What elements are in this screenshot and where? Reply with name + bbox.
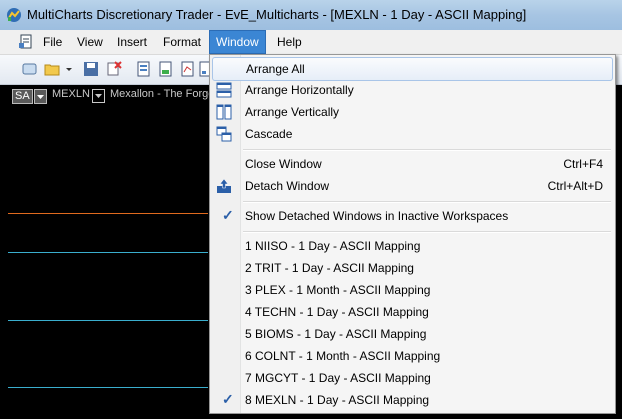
price-line-cyan-2 — [8, 320, 208, 321]
symbol-description: Mexallon - The Forge — [110, 88, 215, 100]
price-line-orange — [8, 213, 208, 214]
arrange-horizontal-icon — [216, 82, 232, 98]
menu-arrange-horizontally[interactable]: Arrange Horizontally — [212, 79, 611, 101]
checkmark-icon: ✓ — [222, 391, 234, 407]
new-chat-icon[interactable] — [22, 61, 38, 77]
menu-window[interactable]: Window — [209, 30, 266, 54]
window-list-label: 3 PLEX - 1 Month - ASCII Mapping — [245, 283, 431, 297]
menu-window-5[interactable]: 5 BIOMS - 1 Day - ASCII Mapping — [212, 323, 611, 345]
save-icon[interactable] — [83, 61, 99, 77]
menu-format[interactable]: Format — [157, 30, 207, 54]
menu-arrange-all[interactable]: Arrange All — [212, 57, 613, 81]
arrange-vertically-label: Arrange Vertically — [245, 105, 340, 119]
properties-icon[interactable] — [136, 61, 152, 77]
window-list-label: 4 TECHN - 1 Day - ASCII Mapping — [245, 305, 429, 319]
mode-badge[interactable]: SA — [12, 89, 33, 104]
open-folder-icon[interactable] — [44, 61, 60, 77]
mode-dropdown-icon[interactable] — [34, 89, 47, 104]
window-list-label: 7 MGCYT - 1 Day - ASCII Mapping — [245, 371, 431, 385]
menu-window-6[interactable]: 6 COLNT - 1 Month - ASCII Mapping — [212, 345, 611, 367]
close-window-shortcut: Ctrl+F4 — [563, 157, 603, 171]
menu-window-4[interactable]: 4 TECHN - 1 Day - ASCII Mapping — [212, 301, 611, 323]
symbol-label: MEXLN — [52, 88, 90, 100]
menu-window-3[interactable]: 3 PLEX - 1 Month - ASCII Mapping — [212, 279, 611, 301]
menu-detach-window[interactable]: Detach Window Ctrl+Alt+D — [212, 175, 611, 197]
title-bar: MultiCharts Discretionary Trader - EvE_M… — [0, 0, 622, 30]
chevron-down-icon[interactable] — [64, 61, 74, 77]
detach-window-shortcut: Ctrl+Alt+D — [547, 179, 603, 193]
symbol-dropdown-icon[interactable] — [92, 89, 105, 103]
window-list-label: 8 MEXLN - 1 Day - ASCII Mapping — [245, 393, 430, 407]
menu-close-window[interactable]: Close Window Ctrl+F4 — [212, 153, 611, 175]
menu-window-2[interactable]: 2 TRIT - 1 Day - ASCII Mapping — [212, 257, 611, 279]
show-detached-label: Show Detached Windows in Inactive Worksp… — [245, 209, 509, 223]
menu-window-1[interactable]: 1 NIISO - 1 Day - ASCII Mapping — [212, 235, 611, 257]
window-list-label: 1 NIISO - 1 Day - ASCII Mapping — [245, 239, 421, 253]
window-title: MultiCharts Discretionary Trader - EvE_M… — [27, 7, 527, 22]
multicharts-logo-icon — [7, 8, 21, 22]
menu-file[interactable]: File — [37, 30, 68, 54]
menu-separator — [243, 149, 611, 151]
cascade-label: Cascade — [245, 127, 293, 141]
document-system-icon[interactable] — [18, 34, 34, 50]
arrange-vertical-icon — [216, 104, 232, 120]
menu-view[interactable]: View — [71, 30, 109, 54]
menu-separator — [243, 231, 611, 233]
arrange-all-label: Arrange All — [246, 62, 305, 76]
window-list-label: 2 TRIT - 1 Day - ASCII Mapping — [245, 261, 414, 275]
cascade-icon — [216, 126, 232, 142]
menu-window-7[interactable]: 7 MGCYT - 1 Day - ASCII Mapping — [212, 367, 611, 389]
detach-window-icon — [217, 178, 231, 193]
insert-study-icon[interactable] — [180, 61, 196, 77]
menu-arrange-vertically[interactable]: Arrange Vertically — [212, 101, 611, 123]
detach-window-label: Detach Window — [245, 179, 330, 193]
format-icon[interactable] — [158, 61, 174, 77]
window-list-label: 6 COLNT - 1 Month - ASCII Mapping — [245, 349, 441, 363]
price-line-cyan-3 — [8, 387, 208, 388]
checkmark-icon: ✓ — [222, 207, 234, 223]
menu-cascade[interactable]: Cascade — [212, 123, 611, 145]
close-document-icon[interactable] — [106, 61, 122, 77]
menu-window-8[interactable]: ✓ 8 MEXLN - 1 Day - ASCII Mapping — [212, 389, 611, 411]
price-line-cyan-1 — [8, 252, 208, 253]
menu-separator — [243, 201, 611, 203]
window-menu-dropdown: Arrange All Arrange Horizontally Arrange… — [209, 54, 616, 414]
menu-insert[interactable]: Insert — [111, 30, 153, 54]
close-window-label: Close Window — [245, 157, 322, 171]
window-list-label: 5 BIOMS - 1 Day - ASCII Mapping — [245, 327, 427, 341]
menu-show-detached-windows[interactable]: ✓ Show Detached Windows in Inactive Work… — [212, 205, 611, 227]
menu-help[interactable]: Help — [271, 30, 308, 54]
arrange-horizontally-label: Arrange Horizontally — [245, 83, 354, 97]
menu-bar: File View Insert Format Window Help — [0, 30, 622, 55]
